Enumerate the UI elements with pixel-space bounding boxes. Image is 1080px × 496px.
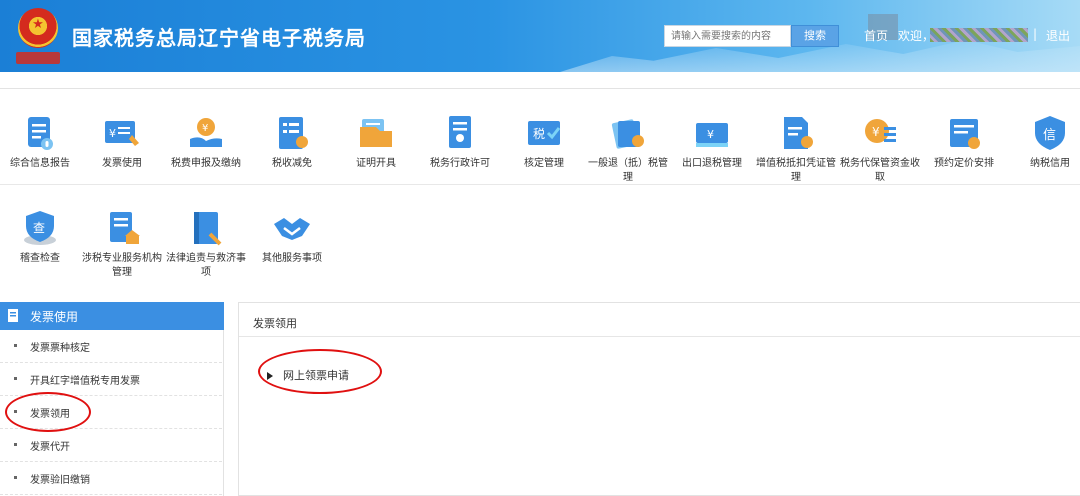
- link-label: 网上领票申请: [283, 369, 349, 382]
- export-refund-icon: ¥: [696, 123, 728, 147]
- service-label: 税务行政许可: [430, 158, 490, 169]
- site-title: 国家税务总局辽宁省电子税务局: [72, 26, 366, 50]
- invoice-icon: ¥: [105, 121, 139, 146]
- sidebar-header: 发票使用: [0, 302, 224, 330]
- service-label: 证明开具: [356, 158, 396, 169]
- service-tax-payment[interactable]: ¥ 税费申报及缴纳: [162, 113, 250, 171]
- service-agency[interactable]: 涉税专业服务机构管理: [78, 208, 166, 280]
- svg-text:¥: ¥: [109, 127, 116, 140]
- service-label: 一般退（抵）税管理: [588, 158, 668, 183]
- refund-icon: [611, 119, 644, 149]
- sidebar-item-label: 开具红字增值税专用发票: [30, 376, 140, 387]
- search-button[interactable]: 搜索: [791, 25, 839, 47]
- sidebar-item-label: 发票代开: [30, 442, 70, 453]
- service-other[interactable]: 其他服务事项: [248, 208, 336, 266]
- service-label: 涉税专业服务机构管理: [82, 253, 162, 278]
- triangle-right-icon: [267, 372, 273, 380]
- service-label: 稽查检查: [20, 253, 60, 264]
- service-label: 法律追责与救济事项: [166, 253, 246, 278]
- service-label: 税务代保管资金收取: [840, 158, 920, 183]
- emblem-seal: [16, 52, 60, 64]
- service-tax-reduction[interactable]: 税收减免: [248, 113, 336, 171]
- service-label: 发票使用: [102, 158, 142, 169]
- bullet-icon: [14, 476, 17, 479]
- site-header: ★ 国家税务总局辽宁省电子税务局 搜索 首页 欢迎， | 退出: [0, 0, 1080, 72]
- search-input[interactable]: [664, 25, 791, 47]
- logout-link[interactable]: 退出: [1046, 27, 1070, 44]
- welcome-text: 欢迎，: [898, 29, 935, 43]
- credit-icon: 信: [1035, 116, 1065, 150]
- service-legal[interactable]: 法律追责与救济事项: [162, 208, 250, 280]
- tax-emblem-icon: ★: [14, 8, 62, 66]
- service-label: 预约定价安排: [934, 158, 994, 169]
- service-label: 税收减免: [272, 158, 312, 169]
- sidebar-title: 发票使用: [30, 310, 79, 324]
- assessment-icon: 税: [528, 121, 561, 145]
- certificate-icon: [360, 119, 392, 147]
- vat-voucher-icon: [784, 117, 813, 149]
- inspection-icon: 查: [24, 211, 56, 245]
- sidebar-item-invoice-cancel[interactable]: 发票验旧缴销: [0, 462, 222, 495]
- svg-text:¥: ¥: [707, 128, 714, 141]
- sidebar-item-label: 发票验旧缴销: [30, 475, 90, 486]
- sidebar-item-invoice-type[interactable]: 发票票种核定: [0, 330, 222, 363]
- header-divider: [0, 88, 1080, 89]
- bullet-icon: [14, 443, 17, 446]
- svg-text:税: 税: [533, 127, 545, 141]
- content-panel: 发票领用 网上领票申请: [238, 302, 1080, 496]
- bullet-icon: [14, 377, 17, 380]
- service-export-refund[interactable]: ¥ 出口退税管理: [668, 113, 756, 171]
- service-label: 出口退税管理: [682, 158, 742, 169]
- bullet-icon: [14, 410, 17, 413]
- bullet-icon: [14, 344, 17, 347]
- service-custody-fund[interactable]: ¥ 税务代保管资金收取: [836, 113, 924, 185]
- content-title: 发票领用: [253, 317, 297, 330]
- license-icon: [449, 116, 471, 148]
- sidebar-item-red-invoice[interactable]: 开具红字增值税专用发票: [0, 363, 222, 396]
- service-label: 税费申报及缴纳: [171, 158, 241, 169]
- service-certificate[interactable]: 证明开具: [332, 113, 420, 171]
- online-invoice-application-link[interactable]: 网上领票申请: [267, 367, 349, 383]
- service-pricing-agreement[interactable]: 预约定价安排: [920, 113, 1008, 171]
- emblem-star-icon: ★: [32, 17, 44, 32]
- user-name-redacted: [930, 28, 1028, 42]
- svg-text:信: 信: [1043, 128, 1056, 143]
- nav-separator: |: [1033, 27, 1038, 41]
- pricing-agreement-icon: [950, 119, 980, 149]
- content-divider: [239, 336, 1080, 337]
- report-icon: [28, 117, 53, 150]
- sidebar-item-invoice-issue-on-behalf[interactable]: 发票代开: [0, 429, 222, 462]
- tax-reduction-icon: [279, 117, 308, 149]
- service-invoice[interactable]: ¥ 发票使用: [78, 113, 166, 171]
- tax-payment-icon: ¥: [190, 118, 222, 147]
- sidebar-item-label: 发票票种核定: [30, 343, 90, 354]
- svg-text:¥: ¥: [202, 123, 208, 134]
- sidebar: 发票票种核定 开具红字增值税专用发票 发票领用 发票代开 发票验旧缴销: [0, 330, 224, 496]
- sidebar-item-invoice-collect[interactable]: 发票领用: [0, 396, 222, 429]
- service-assessment[interactable]: 税 核定管理: [500, 113, 588, 171]
- service-vat-voucher[interactable]: 增值税抵扣凭证管理: [752, 113, 840, 185]
- custody-fund-icon: ¥: [865, 119, 896, 143]
- service-label: 核定管理: [524, 158, 564, 169]
- svg-text:¥: ¥: [872, 125, 880, 139]
- icon-row-divider: [0, 184, 1080, 185]
- document-icon: [8, 309, 18, 322]
- agency-icon: [110, 212, 140, 244]
- service-inspection[interactable]: 查 稽查检查: [0, 208, 84, 266]
- service-label: 综合信息报告: [10, 158, 70, 169]
- svg-text:查: 查: [33, 221, 45, 235]
- service-label: 增值税抵扣凭证管理: [756, 158, 836, 183]
- service-license[interactable]: 税务行政许可: [416, 113, 504, 171]
- home-link[interactable]: 首页: [864, 27, 888, 44]
- service-report[interactable]: 综合信息报告: [0, 113, 84, 171]
- sidebar-item-label: 发票领用: [30, 409, 70, 420]
- service-refund[interactable]: 一般退（抵）税管理: [584, 113, 672, 185]
- legal-icon: [194, 212, 222, 246]
- service-credit[interactable]: 信 纳税信用: [1006, 113, 1080, 171]
- service-label: 纳税信用: [1030, 158, 1070, 169]
- service-label: 其他服务事项: [262, 253, 322, 264]
- handshake-icon: [274, 218, 310, 240]
